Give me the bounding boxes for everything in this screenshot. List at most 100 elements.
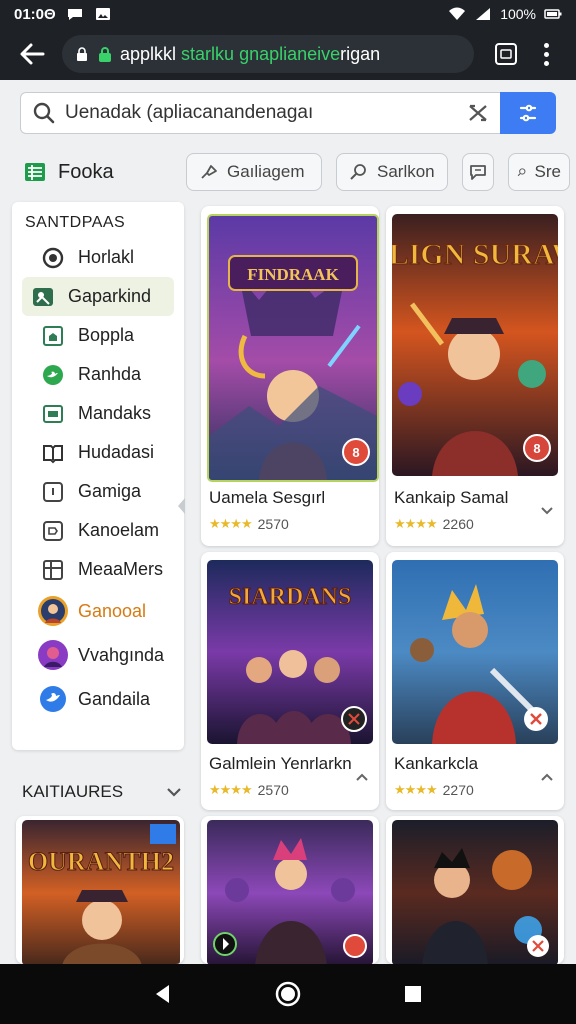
star-rating-icon: ★★★★	[394, 516, 438, 531]
chevron-up-icon[interactable]	[355, 772, 369, 782]
sidebar: SANTDPAAS Horlakl Gaparkind Boppla Ranhd…	[12, 202, 184, 750]
rating-count: 2260	[442, 516, 474, 532]
filter-chip-1[interactable]: Gaıliagem	[186, 153, 322, 191]
nav-home-button[interactable]	[268, 974, 308, 1014]
search-submit-button[interactable]	[500, 92, 556, 134]
search-field[interactable]	[20, 92, 500, 134]
image-icon	[95, 8, 110, 20]
svg-text:FINDRAAK: FINDRAAK	[247, 265, 339, 284]
sidebar-item-label: Ranhda	[78, 364, 142, 384]
search-input[interactable]	[65, 102, 468, 124]
browser-toolbar: applkkl starlku gnaplianeive rigan	[0, 28, 576, 80]
sidebar-item-label: Gaparkind	[68, 286, 152, 306]
game-badge-icon	[524, 707, 548, 731]
arrow-left-icon	[20, 43, 45, 65]
sidebar-item-5[interactable]: Hudadasi	[22, 433, 174, 472]
sidebar-item-label: Gandaila	[78, 688, 151, 709]
address-bar[interactable]: applkkl starlku gnaplianeive rigan	[62, 35, 474, 73]
url-suffix: rigan	[340, 43, 381, 64]
chevron-down-icon[interactable]	[540, 506, 554, 516]
sidebar-item-2[interactable]: Boppla	[22, 316, 174, 355]
nav-back-button[interactable]	[143, 974, 183, 1014]
features-header-label: KAITIAURES	[22, 782, 124, 801]
game-cover: OURANTH2	[22, 820, 180, 964]
battery-level: 100%	[500, 6, 536, 22]
filter-icon	[519, 104, 537, 122]
nav-recents-button[interactable]	[393, 974, 433, 1014]
url-domain: starlku gnaplianeive	[181, 43, 341, 64]
game-title: Galmlein Yenrlarkn	[209, 754, 352, 773]
sidebar-item-3[interactable]: Ranhda	[22, 355, 174, 394]
grid-icon	[43, 559, 63, 580]
dashboard-icon	[43, 404, 63, 423]
chevron-up-icon[interactable]	[540, 772, 554, 782]
sidebar-item-4[interactable]: Mandaks	[22, 394, 174, 433]
game-title: Uamela Sesgırl	[209, 488, 326, 507]
sidebar-collapse-handle[interactable]	[176, 496, 186, 516]
features-header[interactable]: KAITIAURES	[22, 778, 182, 806]
filter-chip-2[interactable]: Sarlkon	[336, 153, 448, 191]
filter-chip-3[interactable]	[462, 153, 494, 191]
star-rating-icon: ★★★★	[209, 516, 253, 531]
game-rating: ★★★★ 2270	[394, 782, 474, 798]
url-prefix: applkkl	[120, 43, 177, 64]
back-button[interactable]	[10, 32, 54, 76]
sidebar-title: SANTDPAAS	[25, 214, 126, 231]
filter-chip-label: Gaıliagem	[227, 162, 305, 181]
game-card[interactable]: SIARDANS Galmlein Yenrlarkn ★★★★ 2570	[201, 552, 379, 810]
game-rating: ★★★★ 2260	[394, 516, 474, 532]
filter-chip-label: Sarlkon	[377, 162, 435, 181]
wifi-icon	[449, 7, 466, 20]
game-card[interactable]: Kankarkcla ★★★★ 2270	[386, 552, 564, 810]
game-card[interactable]	[201, 816, 379, 964]
sidebar-item-10[interactable]: Vvahgında	[22, 633, 174, 677]
game-title: Kankarkcla	[394, 754, 479, 773]
sidebar-item-0[interactable]: Horlakl	[22, 238, 174, 277]
clear-icon[interactable]	[468, 104, 488, 122]
purple-avatar-icon	[38, 640, 68, 670]
chat-icon	[470, 165, 486, 180]
dot	[543, 60, 549, 66]
sidebar-item-1[interactable]: Gaparkind	[22, 277, 174, 316]
game-card[interactable]: SALIGN SURAWA 8 Kankaip Samal ★★★★ 2260	[386, 206, 564, 546]
dot	[543, 42, 549, 48]
clock: 01:0Θ	[14, 5, 56, 23]
sidebar-item-label: Kanoelam	[78, 520, 160, 540]
sidebar-item-label: Horlakl	[78, 247, 135, 267]
rating-count: 2570	[257, 782, 289, 798]
square-recents-icon	[405, 986, 422, 1002]
map-marker-icon	[33, 287, 53, 306]
pin-icon	[201, 165, 217, 179]
tile-icon	[43, 481, 63, 502]
sidebar-item-11[interactable]: Gandaila	[22, 677, 174, 721]
status-bar: 01:0Θ 100%	[0, 0, 576, 28]
brand-label: Fooka	[58, 160, 114, 183]
svg-text:OURANTH2: OURANTH2	[28, 847, 174, 876]
sidebar-item-8[interactable]: MeaaMers	[22, 550, 174, 589]
blue-bird-avatar-icon	[40, 686, 66, 712]
overflow-menu-button[interactable]	[526, 34, 566, 74]
tabs-button[interactable]	[486, 34, 526, 74]
game-badge-icon: 8	[523, 434, 551, 462]
game-badge-icon	[341, 706, 367, 732]
sidebar-item-9[interactable]: Ganooal	[22, 589, 174, 633]
sidebar-item-6[interactable]: Gamiga	[22, 472, 174, 511]
target-icon	[42, 247, 64, 268]
game-rating: ★★★★ 2570	[209, 782, 289, 798]
system-nav-bar	[0, 964, 576, 1024]
bird-icon	[43, 364, 63, 385]
star-rating-icon: ★★★★	[209, 782, 253, 797]
svg-text:SALIGN SURAWA: SALIGN SURAWA	[392, 238, 558, 271]
sidebar-item-label: Boppla	[78, 325, 135, 345]
game-card[interactable]	[386, 816, 564, 964]
filter-chip-4[interactable]: Sre	[508, 153, 570, 191]
book-icon	[43, 444, 63, 463]
game-title: Kankaip Samal	[394, 488, 509, 507]
game-card[interactable]: OURANTH2	[16, 816, 184, 964]
filter-chip-label: Sre	[534, 162, 561, 181]
rating-count: 2570	[257, 516, 289, 532]
sidebar-item-7[interactable]: Kanoelam	[22, 511, 174, 550]
tabs-icon	[495, 43, 517, 65]
sidebar-item-label: MeaaMers	[78, 559, 164, 579]
game-card[interactable]: FINDRAAK 8 Uamela Sesgırl ★★★★ 2570	[201, 206, 379, 546]
